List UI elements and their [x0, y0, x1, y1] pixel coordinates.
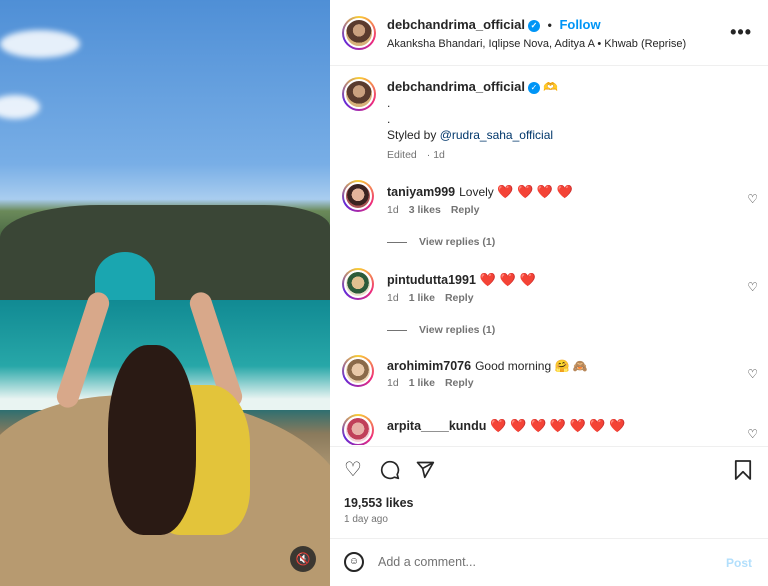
cloud [0, 95, 40, 119]
heart-icon[interactable]: ♡ [747, 192, 758, 206]
audio-track-link[interactable]: Akanksha Bhandari, Iqlipse Nova, Aditya … [387, 38, 686, 50]
avatar[interactable] [342, 77, 376, 111]
likes-count[interactable]: 19,553 likes [344, 496, 414, 510]
heart-icon[interactable]: ♡ [344, 460, 362, 480]
comment-item: pintudutta1991 ❤️ ❤️ ❤️ 1d 1 like Reply ♡ V… [342, 268, 758, 338]
view-replies-button[interactable]: View replies (1) [387, 324, 495, 336]
add-comment-bar: ☺ Post [330, 538, 768, 586]
heart-icon[interactable]: ♡ [747, 367, 758, 381]
comment-input[interactable] [378, 551, 708, 573]
mute-icon[interactable]: 🔇 [290, 546, 316, 572]
mention-link[interactable]: @rudra_saha_official [440, 128, 553, 142]
header-username[interactable]: debchandrima_official [387, 17, 525, 32]
comment-username[interactable]: arohimim7076 [387, 359, 471, 373]
more-options-icon[interactable]: ••• [730, 22, 752, 43]
comment-likes[interactable]: 1 like [409, 377, 435, 389]
share-icon[interactable] [415, 460, 435, 484]
avatar[interactable] [342, 355, 374, 387]
caption-username[interactable]: debchandrima_official [387, 79, 525, 94]
avatar[interactable] [342, 268, 374, 300]
avatar[interactable] [342, 414, 374, 445]
avatar[interactable] [342, 16, 376, 50]
bookmark-icon[interactable] [734, 460, 752, 484]
cloud [0, 30, 80, 58]
comment-time: 1d [387, 377, 399, 389]
reply-button[interactable]: Reply [451, 204, 480, 216]
comment-emoji: 🤗 🙈 [554, 359, 588, 373]
avatar[interactable] [342, 180, 374, 212]
post-timestamp: 1 day ago [344, 514, 388, 525]
heart-icon[interactable]: ♡ [747, 427, 758, 441]
comment-likes[interactable]: 1 like [409, 292, 435, 304]
reply-button[interactable]: Reply [445, 292, 474, 304]
comments-list[interactable]: debchandrima_official ✓ 🫶 . . Styled by @… [330, 67, 768, 445]
caption-line: . [387, 96, 391, 110]
action-bar: ♡ [330, 446, 768, 494]
follow-button[interactable]: Follow [559, 17, 600, 32]
caption-line: . [387, 112, 391, 126]
caption-time: 1d [433, 149, 445, 161]
comment-text: Good morning [475, 359, 552, 373]
view-replies-button[interactable]: View replies (1) [387, 236, 495, 248]
hair [108, 345, 196, 535]
post-panel: debchandrima_official ✓ • Follow Akanksha… [330, 0, 768, 586]
post-button[interactable]: Post [726, 556, 752, 570]
comment-item: arpita____kundu ❤️ ❤️ ❤️ ❤️ ❤️ ❤️ ❤️ ♡ [342, 414, 758, 445]
comment-likes[interactable]: 3 likes [409, 204, 441, 216]
edited-label: Edited [387, 149, 417, 161]
post-header: debchandrima_official ✓ • Follow Akanksha… [330, 0, 768, 66]
comment-time: 1d [387, 204, 399, 216]
reply-button[interactable]: Reply [445, 377, 474, 389]
comment-icon[interactable] [380, 460, 400, 484]
comment-username[interactable]: taniyam999 [387, 185, 455, 199]
comment-username[interactable]: arpita____kundu [387, 419, 486, 433]
view-replies-label: View replies (1) [419, 324, 496, 336]
view-replies-label: View replies (1) [419, 236, 496, 248]
post-media[interactable]: 🔇 [0, 0, 330, 586]
comment-emoji: ❤️ ❤️ ❤️ ❤️ [497, 184, 573, 199]
verified-badge-icon: ✓ [527, 81, 540, 94]
comment-item: taniyam999 Lovely ❤️ ❤️ ❤️ ❤️ 1d 3 likes Re… [342, 180, 758, 250]
verified-badge-icon: ✓ [527, 19, 540, 32]
emoji-icon[interactable]: ☺ [344, 552, 364, 572]
cliff [0, 205, 330, 315]
heart-icon[interactable]: ♡ [747, 280, 758, 294]
comment-time: 1d [387, 292, 399, 304]
caption-emoji: 🫶 [543, 80, 559, 94]
separator: • [547, 18, 552, 32]
comment-username[interactable]: pintudutta1991 [387, 273, 476, 287]
comment-emoji: ❤️ ❤️ ❤️ ❤️ ❤️ ❤️ ❤️ [490, 418, 626, 433]
comment-text: Lovely [459, 185, 494, 199]
caption-text: Styled by [387, 128, 440, 142]
comment-emoji: ❤️ ❤️ ❤️ [479, 272, 536, 287]
